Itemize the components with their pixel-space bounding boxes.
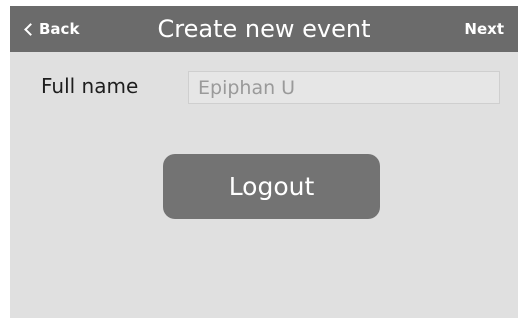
logout-button[interactable]: Logout [163, 154, 380, 219]
page-title: Create new event [157, 15, 371, 43]
chevron-left-icon [24, 22, 37, 36]
next-button[interactable]: Next [464, 6, 504, 52]
header-bar: Back Create new event Next [10, 6, 518, 52]
back-button-label: Back [39, 20, 80, 38]
full-name-field[interactable] [188, 71, 500, 104]
full-name-label: Full name [41, 74, 139, 98]
screen: Back Create new event Next Full name Log… [10, 6, 518, 318]
back-button[interactable]: Back [24, 6, 79, 52]
